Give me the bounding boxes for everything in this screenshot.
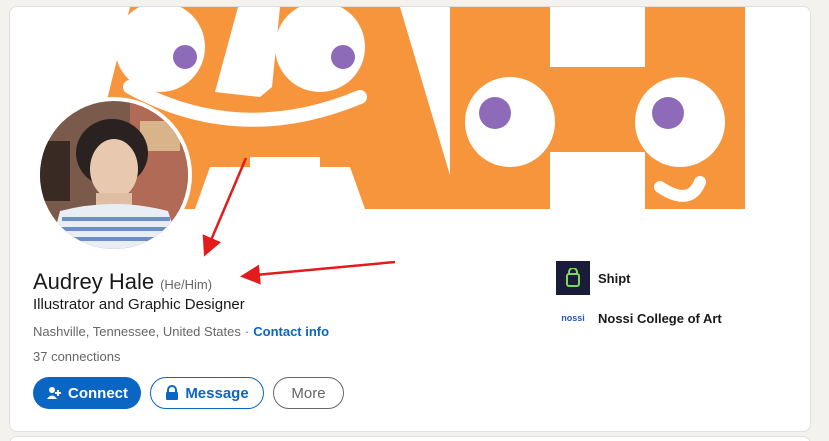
profile-location: Nashville, Tennessee, United States	[33, 324, 241, 339]
org-item-shipt[interactable]: Shipt	[556, 261, 722, 295]
connect-label: Connect	[68, 384, 128, 402]
profile-name: Audrey Hale	[33, 269, 155, 294]
contact-info-link[interactable]: Contact info	[253, 324, 329, 339]
more-button[interactable]: More	[273, 377, 344, 409]
lock-icon	[165, 385, 179, 401]
shipt-logo-icon	[556, 261, 590, 295]
org-name-shipt: Shipt	[598, 270, 631, 286]
separator-dot: ·	[244, 324, 250, 339]
add-person-icon	[46, 385, 62, 401]
profile-pronouns: (He/Him)	[160, 277, 213, 292]
profile-card: Audrey Hale (He/Him) Illustrator and Gra…	[9, 6, 811, 432]
message-label: Message	[185, 384, 249, 402]
organizations-list: Shipt nossi Nossi College of Art	[556, 261, 722, 341]
profile-avatar[interactable]	[36, 97, 192, 253]
profile-headline: Illustrator and Graphic Designer	[33, 296, 245, 313]
org-name-nossi: Nossi College of Art	[598, 310, 722, 326]
avatar-photo	[40, 101, 188, 249]
connections-count[interactable]: 37 connections	[33, 349, 120, 364]
location-row: Nashville, Tennessee, United States · Co…	[33, 324, 329, 339]
next-card-edge	[9, 436, 811, 441]
message-button[interactable]: Message	[150, 377, 264, 409]
connect-button[interactable]: Connect	[33, 377, 141, 409]
org-item-nossi[interactable]: nossi Nossi College of Art	[556, 301, 722, 335]
profile-actions: Connect Message More	[33, 377, 344, 409]
nossi-logo-icon: nossi	[561, 312, 585, 323]
